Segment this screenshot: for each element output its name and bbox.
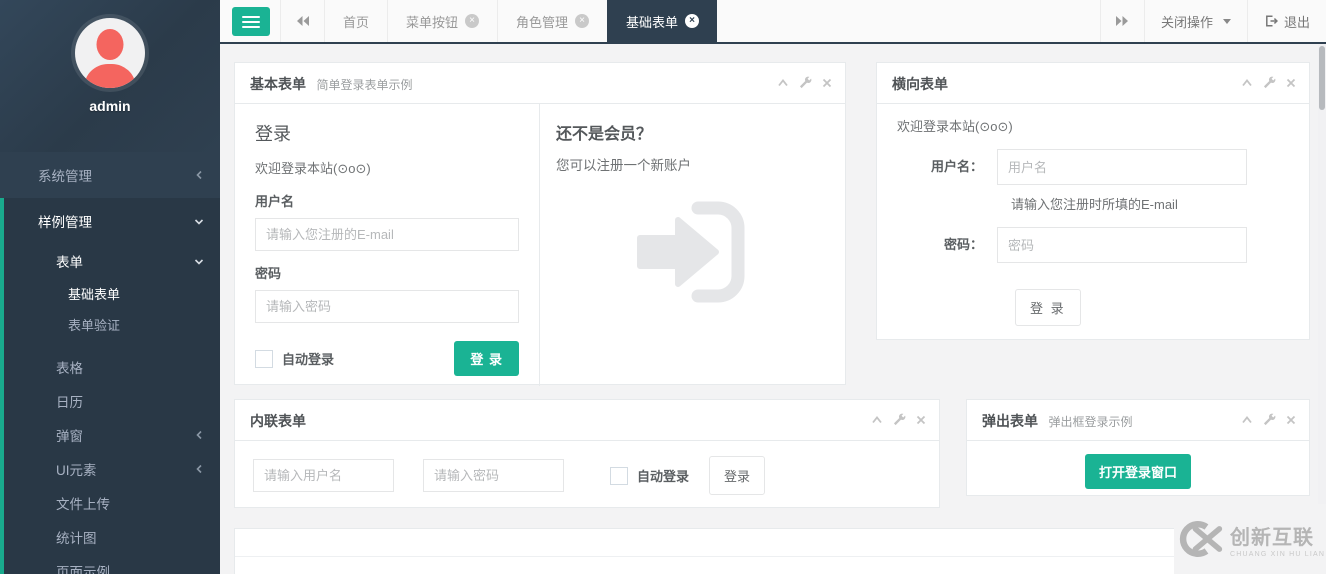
password-input[interactable] (997, 227, 1247, 263)
settings-wrench-icon[interactable] (1263, 413, 1276, 426)
panel-title: 基本表单 (250, 76, 306, 92)
topbar: 首页 菜单按钮 × 角色管理 × 基础表单 × 关闭操作 退出 (220, 0, 1326, 44)
panel-subtitle: 弹出框登录示例 (1048, 415, 1133, 429)
avatar-person-icon (96, 29, 124, 60)
watermark-logo-icon (1179, 521, 1223, 557)
vertical-scrollbar[interactable] (1318, 44, 1326, 574)
sidebar: admin 系统管理 样例管理 表单 基础表单 表单验证 表格 日历 弹窗 UI… (0, 0, 220, 574)
sidebar-item-basic-form[interactable]: 基础表单 (4, 278, 220, 309)
tab-role-mgmt[interactable]: 角色管理 × (497, 0, 607, 42)
sidebar-item-calendar[interactable]: 日历 (4, 384, 220, 418)
watermark-name: 创新互联 (1230, 526, 1314, 549)
avatar[interactable] (75, 18, 145, 88)
password-input[interactable] (255, 290, 519, 323)
sign-out-icon (1266, 15, 1278, 27)
panel-next-peek (234, 528, 1310, 574)
caret-down-icon (1222, 18, 1231, 24)
main-content: 基本表单 简单登录表单示例 登录 欢迎登录本站(⊙o⊙) 用户名 密码 自动登录… (220, 44, 1326, 574)
panel-popup-form: 弹出表单 弹出框登录示例 打开登录窗口 (966, 399, 1310, 496)
tab-menu-button[interactable]: 菜单按钮 × (387, 0, 497, 42)
settings-wrench-icon[interactable] (799, 76, 812, 89)
login-button[interactable]: 登 录 (454, 341, 519, 376)
password-label: 密码 (255, 266, 282, 281)
tab-close-icon[interactable]: × (575, 14, 590, 28)
sidebar-item-charts[interactable]: 统计图 (4, 520, 220, 554)
auto-login-checkbox[interactable] (610, 466, 628, 485)
sidebar-item-file-upload[interactable]: 文件上传 (4, 486, 220, 520)
username-input[interactable] (255, 218, 519, 251)
chevron-down-icon (194, 217, 204, 226)
tab-close-icon[interactable]: × (685, 14, 700, 28)
password-label: 密码： (943, 237, 983, 252)
username-text: admin (89, 98, 131, 114)
settings-wrench-icon[interactable] (893, 413, 906, 426)
username-label: 用户名： (930, 159, 983, 174)
username-input[interactable] (253, 459, 394, 492)
username-input[interactable] (997, 149, 1247, 185)
double-chevron-right-icon (1116, 16, 1129, 26)
auto-login-checkbox[interactable] (255, 349, 273, 368)
panel-title: 横向表单 (892, 76, 948, 92)
username-help-text: 请输入您注册时所填的E-mail (1011, 197, 1178, 212)
login-button[interactable]: 登 录 (1015, 289, 1081, 326)
close-icon[interactable] (916, 415, 926, 425)
sidebar-item-sample-mgmt[interactable]: 样例管理 (4, 198, 220, 244)
panel-inline-form: 内联表单 自动登录 登录 (234, 399, 940, 508)
chevron-left-icon (195, 170, 204, 180)
chevron-down-icon (194, 257, 204, 266)
close-operations-dropdown[interactable]: 关闭操作 (1143, 0, 1247, 42)
settings-wrench-icon[interactable] (1263, 76, 1276, 89)
chevron-left-icon (195, 430, 204, 440)
profile-section: admin (0, 0, 220, 152)
avatar-person-icon (84, 64, 136, 88)
sidebar-item-page-demo[interactable]: 页面示例 (4, 554, 220, 574)
welcome-text: 欢迎登录本站(⊙o⊙) (255, 161, 371, 176)
panel-title: 弹出表单 (982, 413, 1038, 429)
not-member-heading: 还不是会员？ (556, 126, 653, 143)
collapse-icon[interactable] (871, 415, 883, 425)
register-text: 您可以注册一个新账户 (556, 158, 691, 173)
sidebar-nav: 系统管理 样例管理 表单 基础表单 表单验证 表格 日历 弹窗 UI元素 文件上… (0, 152, 220, 574)
auto-login-label: 自动登录 (637, 469, 690, 484)
chevron-left-icon (195, 464, 204, 474)
panel-basic-form: 基本表单 简单登录表单示例 登录 欢迎登录本站(⊙o⊙) 用户名 密码 自动登录… (234, 62, 846, 386)
sidebar-item-forms[interactable]: 表单 (4, 244, 220, 278)
double-chevron-left-icon (296, 16, 309, 26)
username-label: 用户名 (255, 194, 295, 209)
sidebar-item-ui-elements[interactable]: UI元素 (4, 452, 220, 486)
login-heading: 登录 (255, 124, 291, 144)
close-icon[interactable] (1286, 415, 1296, 425)
password-input[interactable] (423, 459, 564, 492)
collapse-icon[interactable] (777, 78, 789, 88)
close-icon[interactable] (822, 78, 832, 88)
hamburger-menu-button[interactable] (232, 7, 270, 36)
sidebar-item-system-mgmt[interactable]: 系统管理 (0, 152, 220, 198)
panel-title: 内联表单 (250, 413, 306, 429)
sidebar-item-tables[interactable]: 表格 (4, 350, 220, 384)
watermark-subtext: CHUANG XIN HU LIAN (1230, 550, 1326, 558)
close-icon[interactable] (1286, 78, 1296, 88)
logout-button[interactable]: 退出 (1246, 0, 1326, 42)
panel-subtitle: 简单登录表单示例 (316, 78, 413, 92)
login-button[interactable]: 登录 (709, 456, 766, 495)
sidebar-item-form-validate[interactable]: 表单验证 (4, 309, 220, 340)
collapse-icon[interactable] (1241, 78, 1253, 88)
watermark: 创新互联 CHUANG XIN HU LIAN (1174, 504, 1326, 574)
panel-horizontal-form: 横向表单 欢迎登录本站(⊙o⊙) 用户名： 请输入您注册时所填的E-mail 密… (876, 62, 1310, 340)
sidebar-item-modal[interactable]: 弹窗 (4, 418, 220, 452)
tabs-scroll-right-button[interactable] (1099, 0, 1144, 42)
collapse-icon[interactable] (1241, 415, 1253, 425)
scrollbar-thumb[interactable] (1319, 46, 1325, 110)
tabs-scroll-left-button[interactable] (280, 0, 324, 42)
auto-login-label: 自动登录 (282, 352, 335, 367)
sign-in-icon (636, 201, 744, 303)
tab-home[interactable]: 首页 (324, 0, 387, 42)
tab-basic-form[interactable]: 基础表单 × (607, 0, 718, 42)
welcome-text: 欢迎登录本站(⊙o⊙) (897, 119, 1013, 134)
open-login-window-button[interactable]: 打开登录窗口 (1084, 454, 1191, 489)
tab-close-icon[interactable]: × (465, 14, 480, 28)
sidebar-open-section: 样例管理 表单 基础表单 表单验证 表格 日历 弹窗 UI元素 文件上传 统计图… (0, 198, 220, 574)
